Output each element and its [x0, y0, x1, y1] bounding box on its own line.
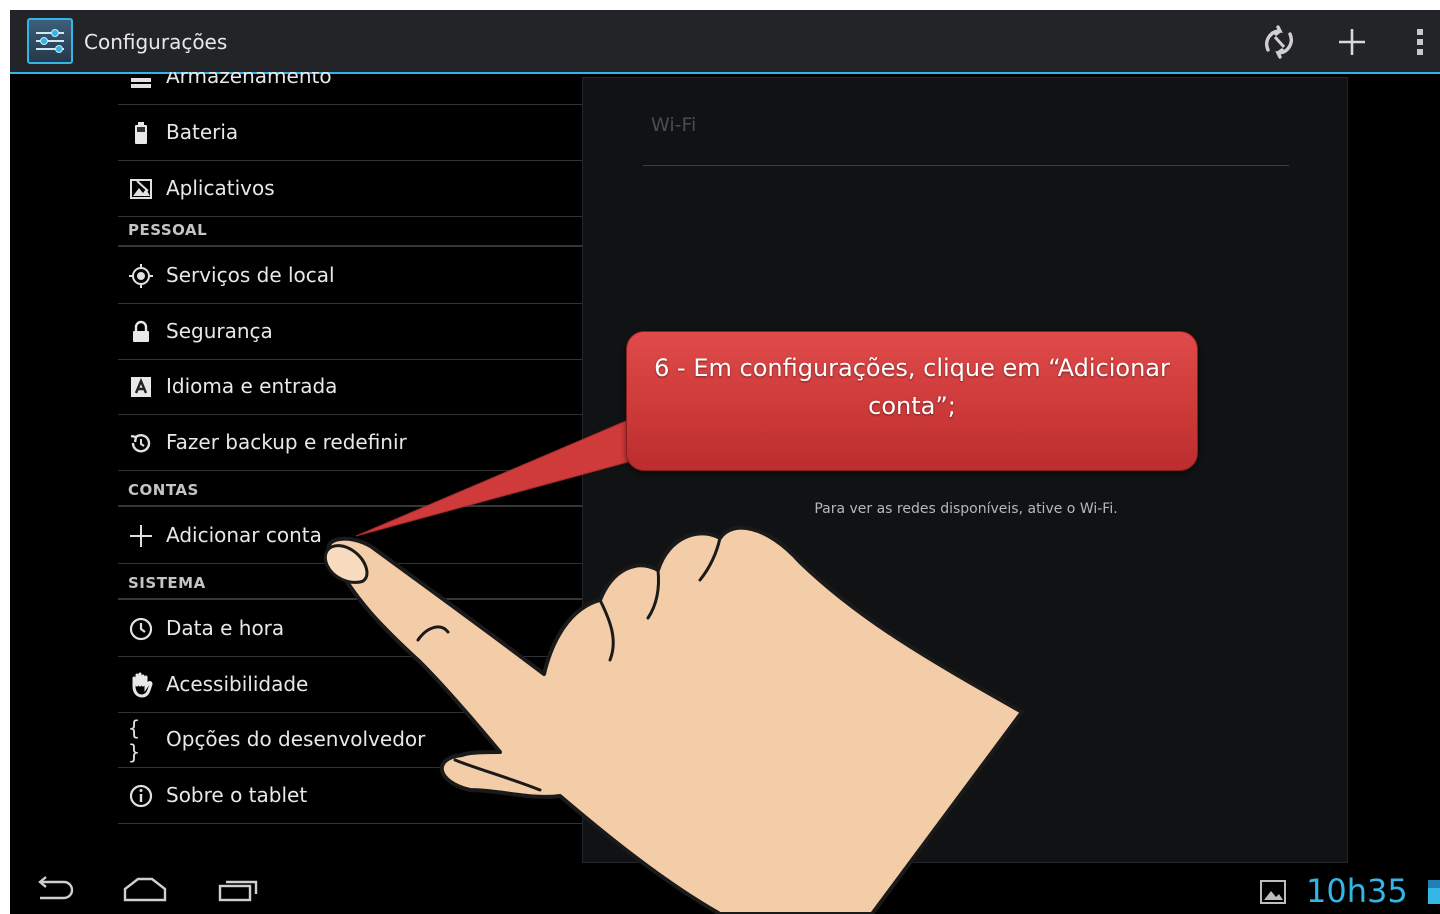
settings-item-label: Data e hora [166, 616, 285, 640]
section-header-label: SISTEMA [128, 574, 206, 592]
tutorial-callout: 6 - Em configurações, clique em “Adicion… [626, 331, 1198, 471]
system-nav-bar: 10h35 [10, 864, 1440, 914]
language-icon [128, 374, 154, 400]
storage-icon [128, 72, 154, 90]
action-bar: Configurações [10, 10, 1440, 74]
settings-app-icon[interactable] [27, 18, 73, 64]
section-header-contas: CONTAS [118, 477, 582, 507]
divider [643, 165, 1289, 166]
settings-list: Armazenamento Bateria Aplicativos PESSOA… [118, 72, 582, 864]
section-header-label: CONTAS [128, 481, 199, 499]
settings-item-apps[interactable]: Aplicativos [118, 161, 582, 217]
battery-icon [128, 120, 154, 146]
page-title: Configurações [84, 30, 228, 54]
plus-icon [128, 523, 154, 549]
wifi-off-message: Para ver as redes disponíveis, ative o W… [814, 501, 1118, 517]
backup-icon [128, 430, 154, 456]
settings-item-storage[interactable]: Armazenamento [118, 72, 582, 105]
settings-item-label: Armazenamento [166, 72, 332, 88]
settings-item-security[interactable]: Segurança [118, 304, 582, 360]
recent-apps-icon[interactable] [216, 876, 260, 906]
clock-icon [128, 616, 154, 642]
add-icon[interactable] [1332, 22, 1372, 62]
settings-item-label: Segurança [166, 319, 273, 343]
settings-item-battery[interactable]: Bateria [118, 105, 582, 161]
settings-item-label: Fazer backup e redefinir [166, 430, 407, 454]
settings-item-developer-options[interactable]: { } Opções do desenvolvedor [118, 712, 582, 768]
settings-item-add-account[interactable]: Adicionar conta [118, 508, 582, 564]
sync-icon[interactable] [1259, 22, 1299, 62]
location-icon [128, 263, 154, 289]
status-clock[interactable]: 10h35 [1306, 872, 1408, 910]
settings-item-accessibility[interactable]: Acessibilidade [118, 657, 582, 713]
settings-item-label: Serviços de local [166, 263, 335, 287]
overflow-menu-icon[interactable] [1405, 22, 1435, 62]
settings-item-date-time[interactable]: Data e hora [118, 601, 582, 657]
settings-item-language[interactable]: Idioma e entrada [118, 359, 582, 415]
settings-item-label: Sobre o tablet [166, 783, 308, 807]
settings-item-about-tablet[interactable]: Sobre o tablet [118, 768, 582, 824]
wifi-title: Wi-Fi [651, 114, 697, 136]
section-header-label: PESSOAL [128, 221, 208, 239]
settings-item-label: Opções do desenvolvedor [166, 727, 426, 751]
callout-text: 6 - Em configurações, clique em “Adicion… [654, 354, 1170, 420]
battery-status-icon[interactable] [1426, 878, 1440, 904]
settings-item-label: Aplicativos [166, 176, 275, 200]
settings-item-label: Adicionar conta [166, 523, 322, 547]
settings-item-location[interactable]: Serviços de local [118, 248, 582, 304]
settings-item-label: Bateria [166, 120, 239, 144]
hand-icon [128, 672, 154, 698]
section-header-sistema: SISTEMA [118, 570, 582, 600]
braces-icon: { } [128, 716, 141, 764]
info-icon [128, 783, 154, 809]
section-header-pessoal: PESSOAL [118, 217, 582, 247]
gallery-notification-icon[interactable] [1260, 880, 1286, 908]
settings-item-label: Idioma e entrada [166, 374, 338, 398]
apps-icon [128, 176, 154, 202]
lock-icon [128, 319, 154, 345]
settings-item-backup[interactable]: Fazer backup e redefinir [118, 415, 582, 471]
home-icon[interactable] [122, 876, 168, 906]
settings-item-label: Acessibilidade [166, 672, 309, 696]
back-icon[interactable] [32, 876, 76, 906]
